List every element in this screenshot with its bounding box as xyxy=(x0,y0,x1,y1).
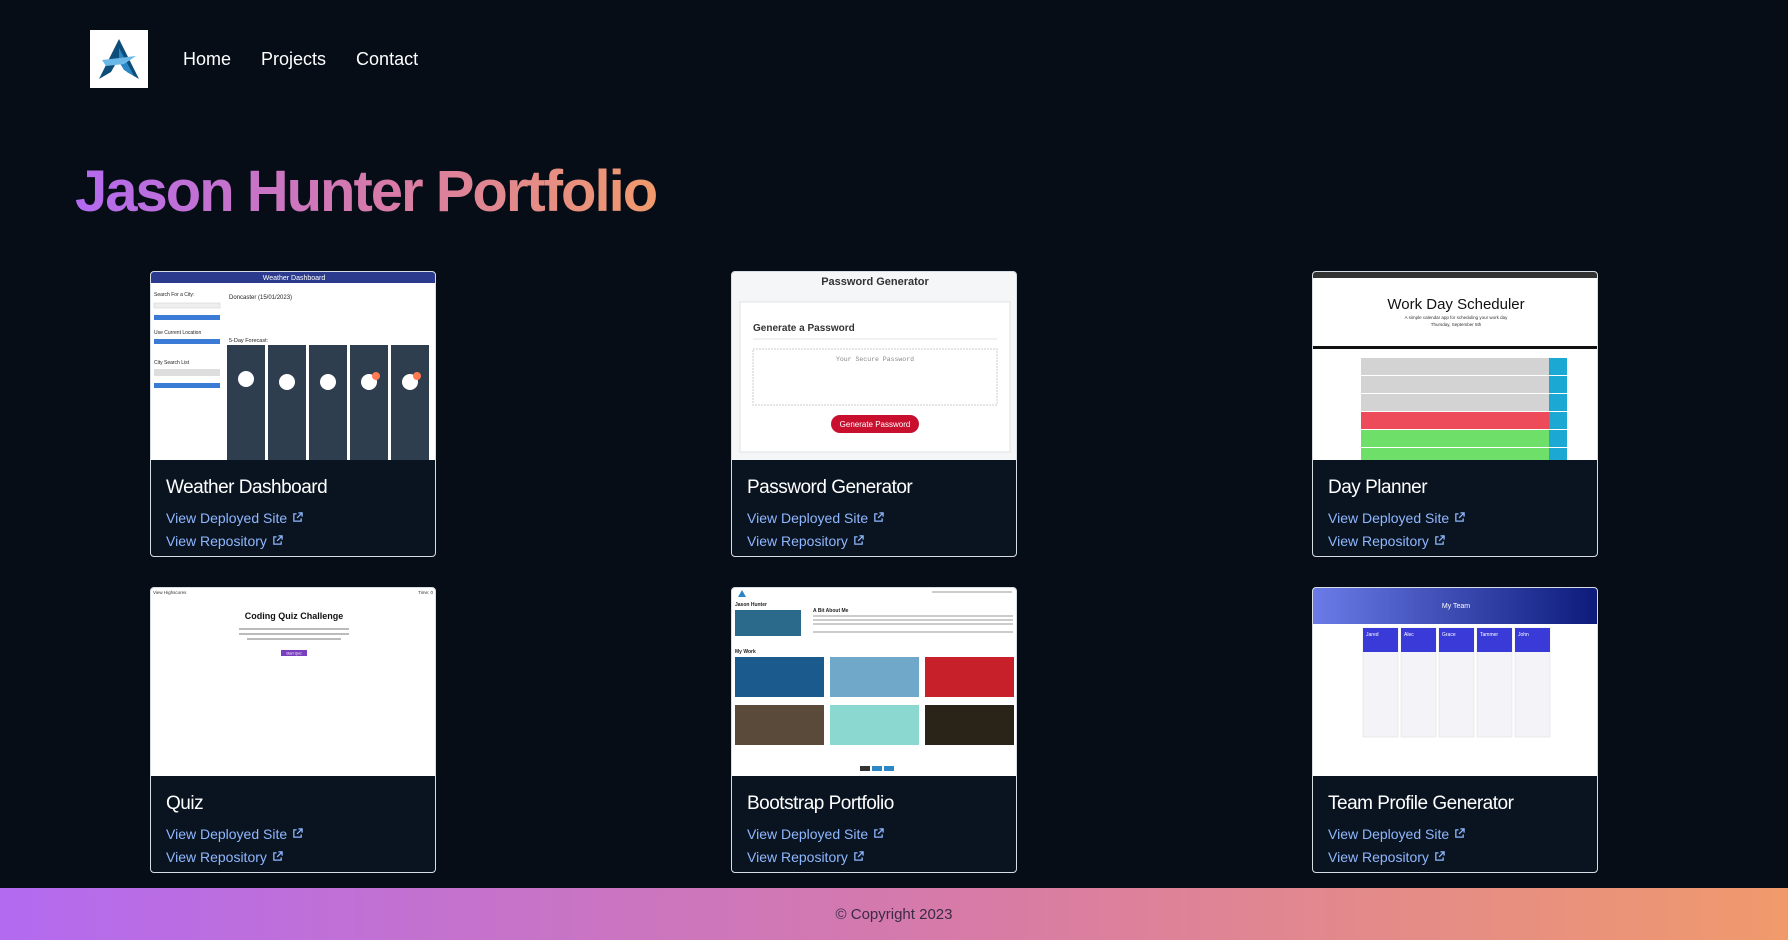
external-link-icon xyxy=(853,533,864,549)
project-card-weather-dashboard: Weather Dashboard Search For a City: Use… xyxy=(150,271,436,557)
svg-text:Generate Password: Generate Password xyxy=(840,420,911,429)
project-title: Bootstrap Portfolio xyxy=(747,793,894,814)
project-card-day-planner: Work Day Scheduler A simple calendar app… xyxy=(1312,271,1598,557)
project-card-password-generator: Password Generator Generate a Password Y… xyxy=(731,271,1017,557)
weather-dashboard-thumbnail[interactable]: Weather Dashboard Search For a City: Use… xyxy=(151,272,435,460)
svg-text:Generate a Password: Generate a Password xyxy=(753,323,855,334)
nav-home-link[interactable]: Home xyxy=(183,49,231,70)
svg-text:My Work: My Work xyxy=(735,649,756,655)
svg-text:View Highscores: View Highscores xyxy=(153,590,187,595)
repository-link[interactable]: View Repository xyxy=(166,849,283,865)
project-title: Password Generator xyxy=(747,477,913,498)
external-link-icon xyxy=(873,826,884,842)
repository-link[interactable]: View Repository xyxy=(166,533,283,549)
quiz-thumbnail[interactable]: View Highscores Time: 0 Coding Quiz Chal… xyxy=(151,588,435,776)
project-card-bootstrap-portfolio: Jason Hunter A Bit About Me My Work Boot… xyxy=(731,587,1017,873)
repository-link[interactable]: View Repository xyxy=(747,533,864,549)
nav-contact-link[interactable]: Contact xyxy=(356,49,418,70)
project-title: Weather Dashboard xyxy=(166,477,328,498)
repository-link[interactable]: View Repository xyxy=(747,849,864,865)
deployed-site-link[interactable]: View Deployed Site xyxy=(166,826,303,842)
svg-text:My Team: My Team xyxy=(1442,603,1470,610)
logo-icon[interactable] xyxy=(90,30,148,88)
svg-text:Jason Hunter: Jason Hunter xyxy=(735,602,767,608)
team-profile-generator-thumbnail[interactable]: My Team Jared Alec Grace Tammer John xyxy=(1313,588,1597,776)
svg-text:5-Day Forecast:: 5-Day Forecast: xyxy=(229,338,269,344)
svg-text:Use Current Location: Use Current Location xyxy=(154,330,201,336)
svg-text:Start Quiz: Start Quiz xyxy=(286,652,302,656)
repository-link[interactable]: View Repository xyxy=(1328,849,1445,865)
project-title: Day Planner xyxy=(1328,477,1428,498)
external-link-icon xyxy=(873,510,884,526)
svg-text:Search For a City:: Search For a City: xyxy=(154,292,194,298)
external-link-icon xyxy=(1454,510,1465,526)
password-generator-thumbnail[interactable]: Password Generator Generate a Password Y… xyxy=(732,272,1016,460)
svg-text:City Search List: City Search List xyxy=(154,360,190,366)
external-link-icon xyxy=(1434,533,1445,549)
svg-text:Jared: Jared xyxy=(1366,632,1379,638)
deployed-site-link[interactable]: View Deployed Site xyxy=(747,510,884,526)
external-link-icon xyxy=(292,510,303,526)
external-link-icon xyxy=(1454,826,1465,842)
external-link-icon xyxy=(272,849,283,865)
svg-text:A simple calendar app for sche: A simple calendar app for scheduling you… xyxy=(1405,315,1509,320)
copyright-text: © Copyright 2023 xyxy=(835,905,953,923)
external-link-icon xyxy=(292,826,303,842)
svg-text:Grace: Grace xyxy=(1442,632,1456,638)
svg-text:Coding Quiz Challenge: Coding Quiz Challenge xyxy=(245,611,344,621)
svg-text:Time: 0: Time: 0 xyxy=(418,590,433,595)
project-card-team-profile-generator: My Team Jared Alec Grace Tammer John Tea… xyxy=(1312,587,1598,873)
top-nav: Home Projects Contact xyxy=(90,30,448,88)
bootstrap-portfolio-thumbnail[interactable]: Jason Hunter A Bit About Me My Work xyxy=(732,588,1016,776)
footer: © Copyright 2023 xyxy=(0,888,1788,940)
svg-text:Work Day Scheduler: Work Day Scheduler xyxy=(1387,296,1524,313)
project-title: Team Profile Generator xyxy=(1328,793,1514,814)
page-title: Jason Hunter Portfolio xyxy=(75,159,658,224)
repository-link[interactable]: View Repository xyxy=(1328,533,1445,549)
thumb-header: Weather Dashboard xyxy=(263,275,326,282)
svg-text:Tammer: Tammer xyxy=(1480,632,1498,638)
external-link-icon xyxy=(853,849,864,865)
svg-text:Your Secure Password: Your Secure Password xyxy=(836,356,914,363)
svg-text:Alec: Alec xyxy=(1404,632,1414,638)
deployed-site-link[interactable]: View Deployed Site xyxy=(747,826,884,842)
day-planner-thumbnail[interactable]: Work Day Scheduler A simple calendar app… xyxy=(1313,272,1597,460)
project-title: Quiz xyxy=(166,793,204,814)
nav-links: Home Projects Contact xyxy=(183,49,448,70)
svg-text:A Bit About Me: A Bit About Me xyxy=(813,608,849,614)
svg-text:Password Generator: Password Generator xyxy=(821,276,929,288)
external-link-icon xyxy=(272,533,283,549)
deployed-site-link[interactable]: View Deployed Site xyxy=(1328,826,1465,842)
deployed-site-link[interactable]: View Deployed Site xyxy=(1328,510,1465,526)
project-card-quiz: View Highscores Time: 0 Coding Quiz Chal… xyxy=(150,587,436,873)
external-link-icon xyxy=(1434,849,1445,865)
svg-text:Doncaster (15/01/2023): Doncaster (15/01/2023) xyxy=(229,295,292,301)
svg-text:Thursday, September 5th: Thursday, September 5th xyxy=(1431,322,1482,327)
deployed-site-link[interactable]: View Deployed Site xyxy=(166,510,303,526)
svg-text:John: John xyxy=(1518,632,1529,638)
nav-projects-link[interactable]: Projects xyxy=(261,49,326,70)
